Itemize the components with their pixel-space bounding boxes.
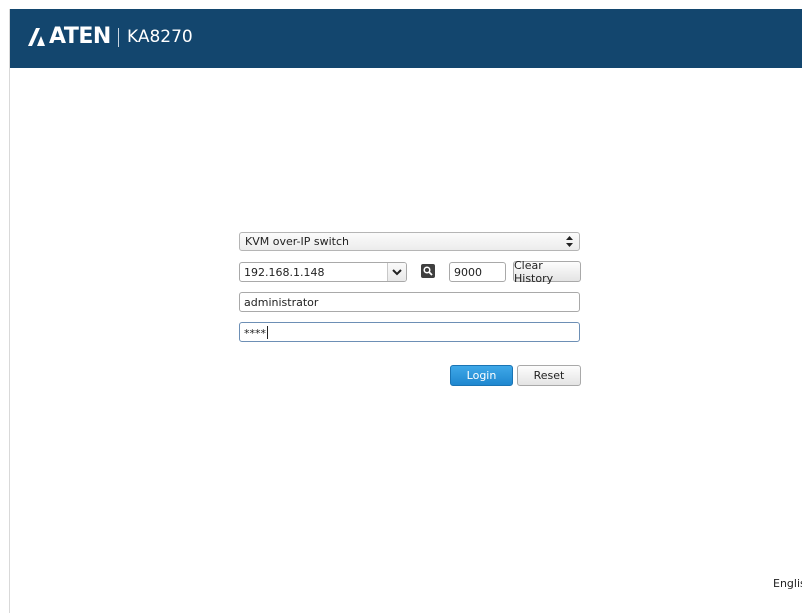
aten-logo-mark-icon xyxy=(28,28,45,46)
password-value: **** xyxy=(244,327,266,340)
chevron-down-icon xyxy=(392,269,402,276)
password-field-content: **** xyxy=(244,326,268,341)
username-value: administrator xyxy=(244,296,319,309)
username-input[interactable]: administrator xyxy=(239,292,580,312)
login-button[interactable]: Login xyxy=(450,365,513,386)
header-separator xyxy=(118,28,119,47)
app-window: ATEN KA8270 KVM over-IP switch 192.168.1… xyxy=(9,9,802,613)
device-type-value: KVM over-IP switch xyxy=(245,235,350,248)
magnifier-icon xyxy=(423,266,433,276)
password-input[interactable]: **** xyxy=(239,322,580,342)
model-name: KA8270 xyxy=(127,27,193,47)
clear-history-button[interactable]: Clear History xyxy=(513,259,581,285)
ip-address-value: 192.168.1.148 xyxy=(244,266,325,279)
ip-dropdown-button[interactable] xyxy=(387,263,406,281)
aten-logo: ATEN xyxy=(28,22,111,52)
port-input[interactable]: 9000 xyxy=(449,262,506,282)
logo-text: ATEN xyxy=(49,24,111,49)
search-button[interactable] xyxy=(421,264,435,278)
device-type-select[interactable]: KVM over-IP switch xyxy=(239,232,580,251)
text-cursor xyxy=(267,326,268,339)
ip-address-combobox[interactable]: 192.168.1.148 xyxy=(239,262,407,282)
port-value: 9000 xyxy=(454,266,482,279)
updown-arrows-icon xyxy=(566,236,573,247)
language-selector[interactable]: English xyxy=(773,577,802,590)
reset-button[interactable]: Reset xyxy=(517,365,581,386)
header-bar: ATEN KA8270 xyxy=(10,9,802,68)
